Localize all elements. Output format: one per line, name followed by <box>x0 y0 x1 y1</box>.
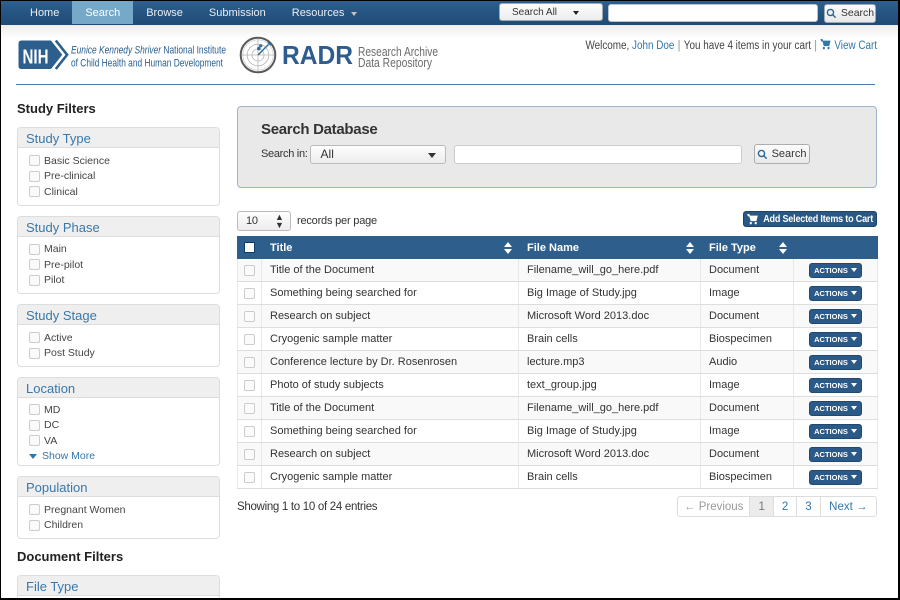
svg-text:Data Repository: Data Repository <box>358 56 433 70</box>
svg-text:RADR: RADR <box>282 40 353 70</box>
svg-text:of Child Health and Human Deve: of Child Health and Human Development <box>71 58 223 70</box>
svg-text:Eunice Kennedy Shriver Nationa: Eunice Kennedy Shriver National Institut… <box>71 45 226 57</box>
svg-text:NIH: NIH <box>23 46 49 69</box>
